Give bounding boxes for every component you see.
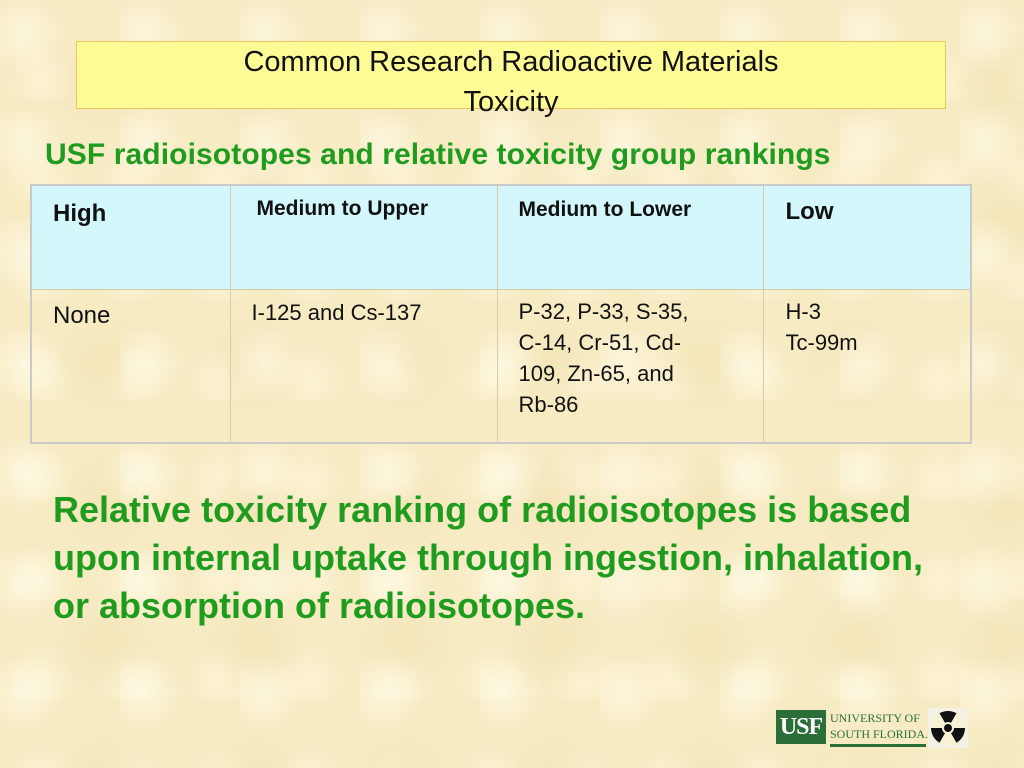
usf-logo-wordmark: UNIVERSITY OF SOUTH FLORIDA. (830, 710, 928, 742)
cell-low-line-2: Tc-99m (785, 330, 858, 355)
header-cell-high: High (30, 184, 231, 290)
cell-high: None (30, 289, 231, 444)
toxicity-ranking-table: High Medium to Upper Medium to Lower Low… (30, 184, 972, 444)
table-row: None I-125 and Cs-137 P-32, P-33, S-35, … (30, 289, 972, 444)
table-header-row: High Medium to Upper Medium to Lower Low (30, 184, 972, 290)
header-high: High (53, 200, 107, 227)
header-cell-medium-lower: Medium to Lower (496, 184, 764, 290)
usf-logo-mark: USF (776, 710, 826, 744)
slide-subtitle: USF radioisotopes and relative toxicity … (45, 138, 831, 171)
toxicity-ranking-note: Relative toxicity ranking of radioisotop… (53, 489, 923, 626)
slide-title-line-1: Common Research Radioactive Materials (243, 46, 779, 78)
cell-medium-lower-line-2: C-14, Cr-51, Cd- (518, 330, 682, 355)
slide-title-box: Common Research Radioactive Materials To… (76, 41, 946, 118)
cell-medium-lower-line-3: 109, Zn-65, and (518, 361, 674, 386)
header-cell-medium-upper: Medium to Upper (229, 184, 498, 290)
usf-logo-rule (830, 744, 926, 747)
header-medium-to-lower: Medium to Lower (518, 198, 692, 221)
usf-logo: USF UNIVERSITY OF SOUTH FLORIDA. (776, 708, 970, 748)
cell-medium-lower: P-32, P-33, S-35, C-14, Cr-51, Cd- 109, … (496, 289, 764, 444)
cell-high-line-1: None (53, 302, 111, 329)
slide-title-line-2: Toxicity (463, 86, 559, 118)
cell-low-line-1: H-3 (785, 299, 821, 324)
header-medium-to-upper: Medium to Upper (256, 197, 429, 220)
cell-low: H-3 Tc-99m (762, 289, 972, 444)
header-low: Low (785, 198, 834, 225)
cell-medium-upper: I-125 and Cs-137 (229, 289, 498, 444)
usf-name-line-1: UNIVERSITY OF (830, 711, 920, 725)
usf-name-line-2: SOUTH FLORIDA. (830, 727, 929, 741)
cell-medium-lower-line-4: Rb-86 (518, 392, 579, 417)
cell-medium-lower-line-1: P-32, P-33, S-35, (518, 299, 689, 324)
header-cell-low: Low (762, 184, 972, 290)
cell-medium-upper-line-1: I-125 and Cs-137 (251, 300, 422, 325)
radiation-trefoil-icon (928, 708, 968, 748)
